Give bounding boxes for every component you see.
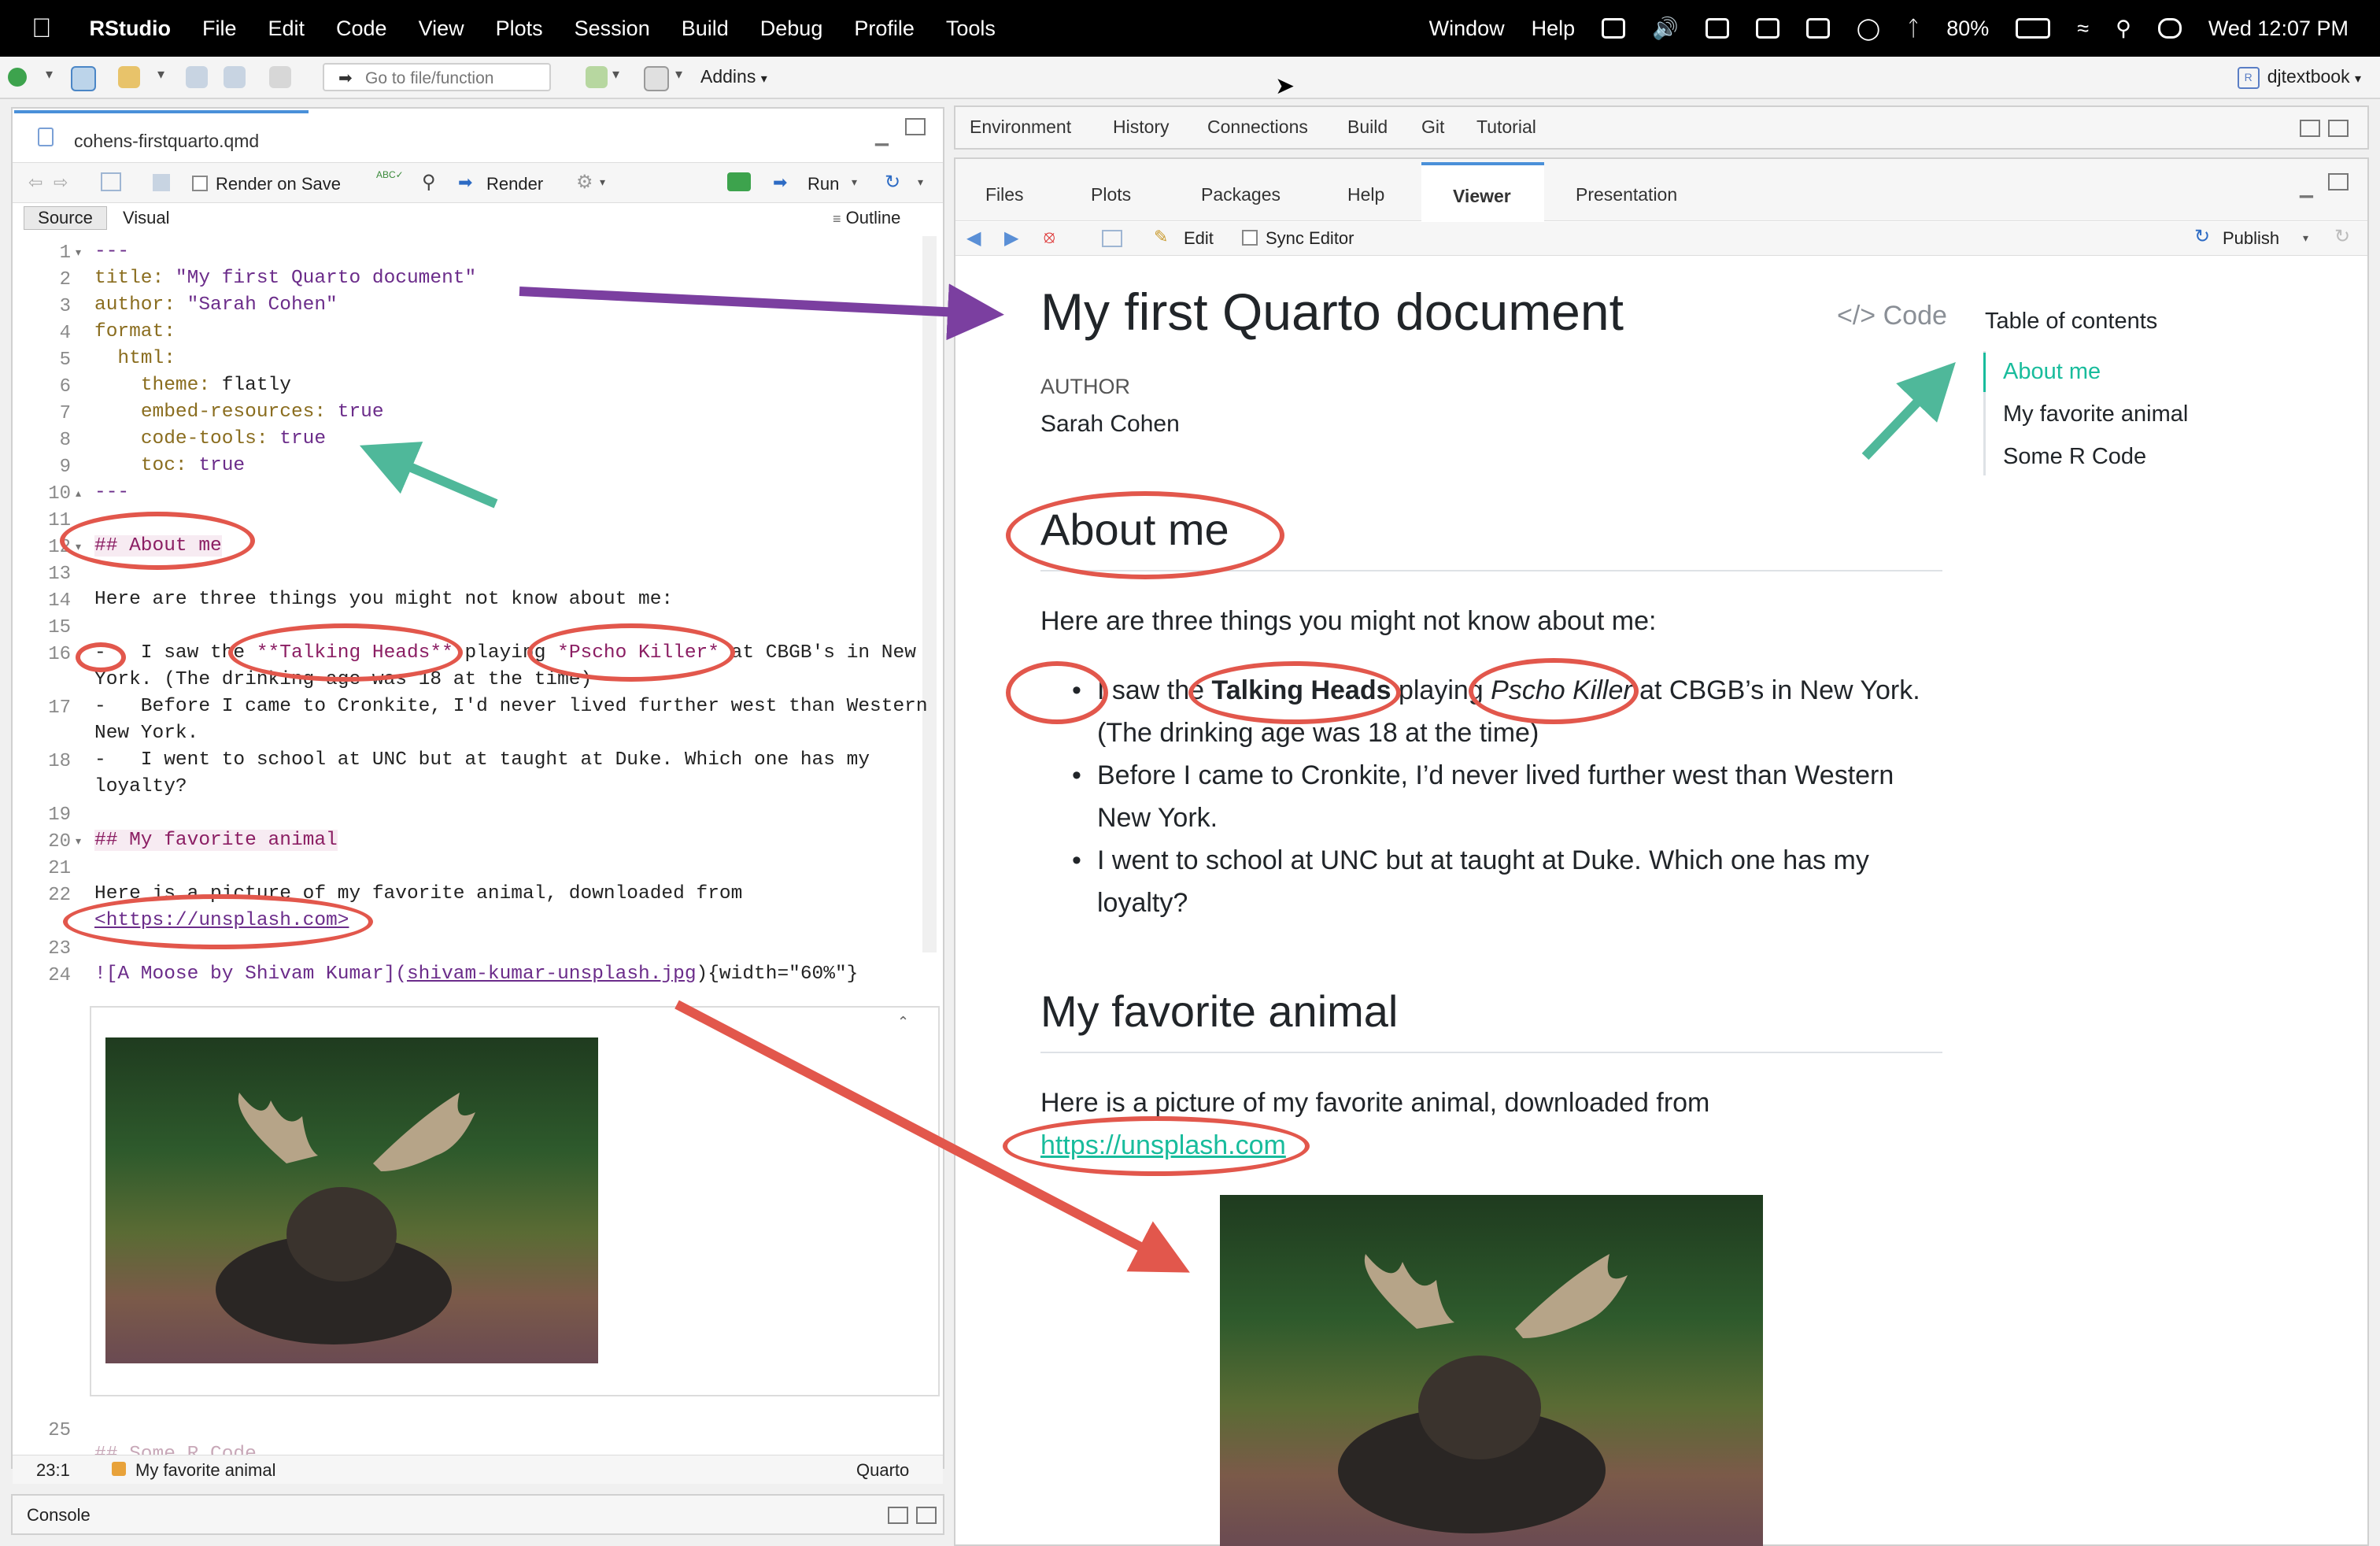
teal-arrow-editor bbox=[359, 442, 498, 509]
mouse-cursor-icon: ➤ bbox=[1275, 73, 1295, 99]
teal-arrow-toc bbox=[1861, 361, 1956, 460]
annotation-arrows bbox=[359, 283, 1956, 1273]
purple-arrow bbox=[519, 283, 1004, 341]
red-arrow-image bbox=[674, 1000, 1190, 1273]
